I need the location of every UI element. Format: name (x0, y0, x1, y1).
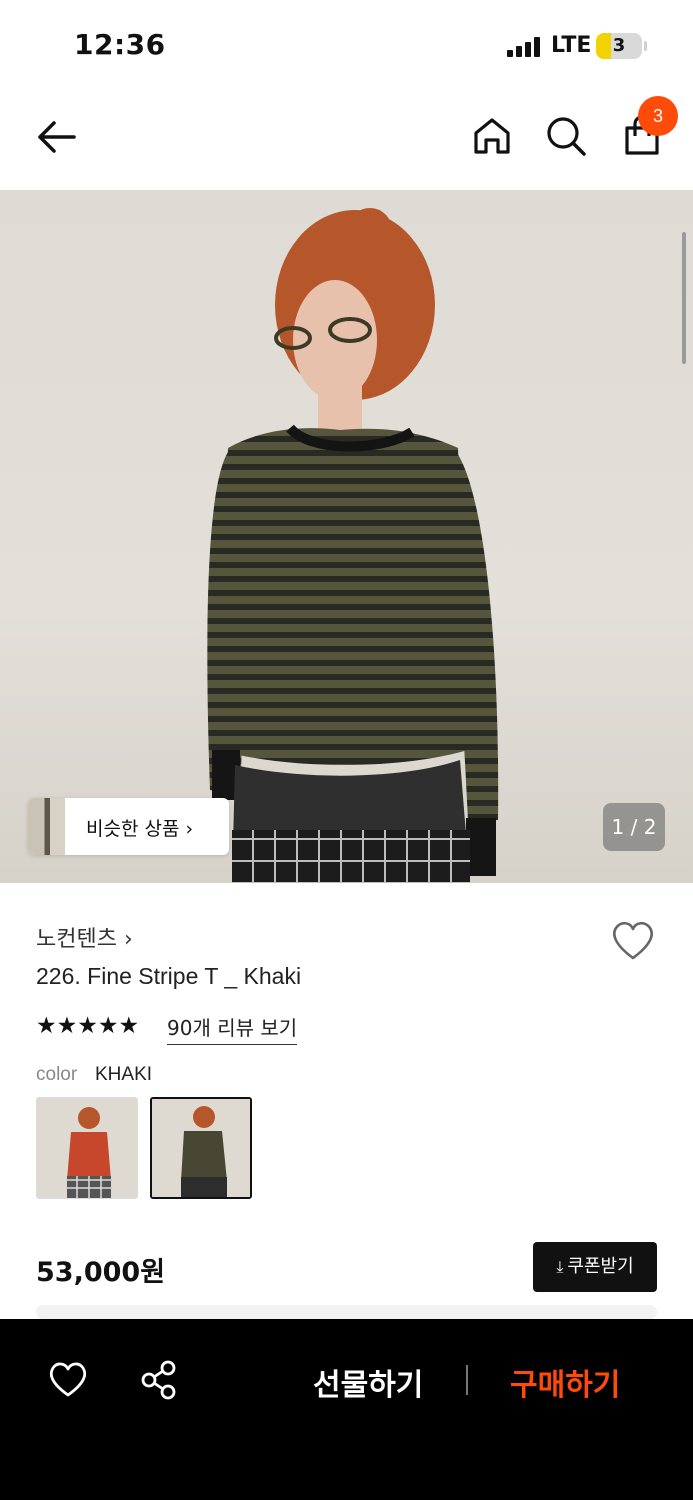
status-bar: 12:36 LTE 3 (0, 0, 693, 92)
similar-products-label: 비슷한 상품 › (86, 818, 194, 840)
status-time: 12:36 (74, 28, 166, 61)
button-divider (466, 1365, 468, 1395)
gift-button[interactable]: 선물하기 (313, 1360, 423, 1404)
heart-icon[interactable] (47, 1359, 89, 1399)
top-navigation (0, 92, 693, 190)
similar-products-button[interactable]: 비슷한 상품 › (28, 798, 229, 855)
rating-stars: ★★★★★ (36, 1013, 139, 1039)
info-card-edge (36, 1305, 657, 1319)
home-icon[interactable] (470, 114, 514, 158)
red-shirt-thumbnail (37, 1098, 137, 1198)
wishlist-heart-icon[interactable] (610, 918, 656, 962)
color-label: color (36, 1064, 78, 1085)
image-scrollbar[interactable] (682, 232, 686, 364)
bottom-action-bar: 선물하기 구매하기 (0, 1319, 693, 1500)
image-page-indicator: 1 / 2 (603, 803, 665, 851)
signal-icon (507, 37, 543, 57)
star-icons: ★★★★★ (36, 1013, 140, 1039)
network-type: LTE (551, 33, 592, 58)
product-price: 53,000원 (36, 1257, 166, 1288)
cart-count-badge: 3 (638, 96, 678, 136)
review-link[interactable]: 90개 리뷰 보기 (167, 1012, 298, 1045)
product-title: 226. Fine Stripe T _ Khaki (36, 963, 302, 989)
search-icon[interactable] (544, 114, 588, 158)
buy-button[interactable]: 구매하기 (510, 1360, 620, 1404)
similar-product-thumbnail (28, 798, 65, 855)
brand-link[interactable]: 노컨텐츠 › (36, 921, 133, 953)
back-arrow-icon[interactable] (34, 114, 80, 160)
share-icon[interactable] (138, 1359, 180, 1401)
model-photo (207, 208, 499, 883)
product-image[interactable] (0, 190, 693, 883)
battery-icon: 3 (596, 33, 642, 59)
color-value: KHAKI (95, 1064, 153, 1085)
coupon-label: 쿠폰받기 (567, 1256, 634, 1277)
coupon-download-button[interactable]: ⤓ 쿠폰받기 (533, 1242, 657, 1292)
download-icon: ⤓ (556, 1257, 564, 1276)
color-option-khaki[interactable] (150, 1097, 252, 1199)
color-option-red[interactable] (36, 1097, 138, 1199)
battery-level: 3 (612, 35, 626, 56)
khaki-shirt-thumbnail (152, 1099, 250, 1197)
